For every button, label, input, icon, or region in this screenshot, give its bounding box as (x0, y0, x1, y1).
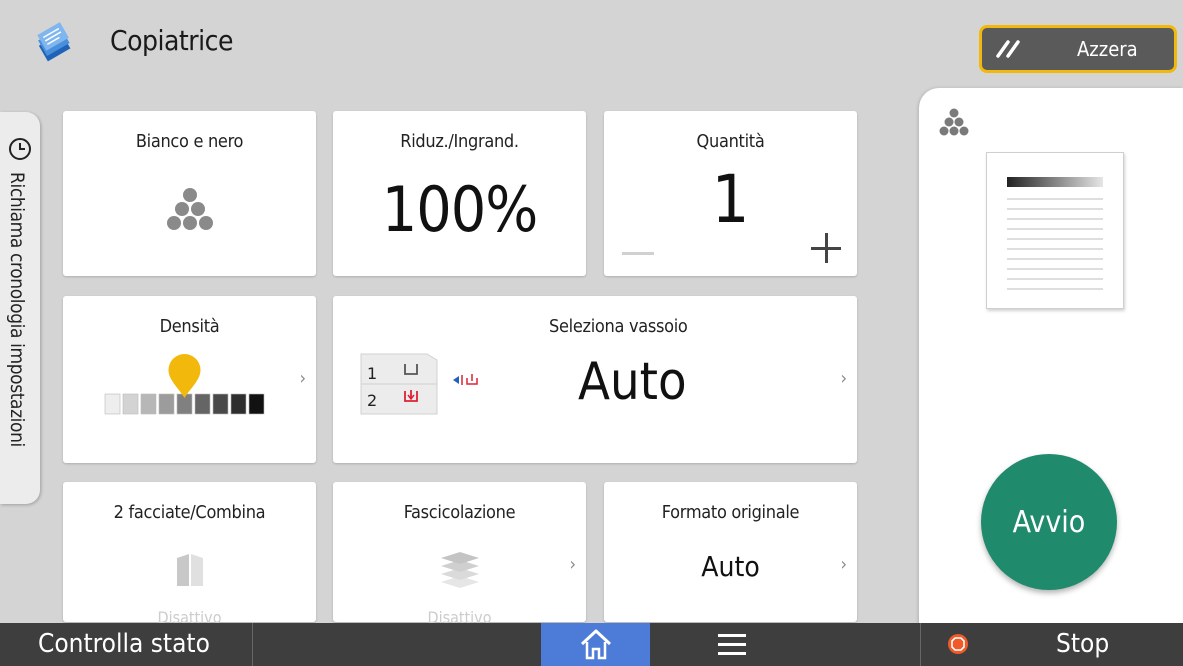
duplex-combine-tile[interactable]: 2 facciate/Combina Disattivo (63, 482, 316, 627)
bottom-bar: Controlla stato Stop (0, 623, 1183, 666)
original-size-tile[interactable]: Formato originale Auto › (604, 482, 857, 622)
reset-label: Azzera (1077, 37, 1138, 61)
density-level-block (122, 393, 139, 415)
original-size-value: Auto (701, 550, 760, 583)
density-marker-icon (168, 354, 201, 398)
tray-value: Auto (578, 352, 687, 412)
page-preview-content (1007, 177, 1103, 290)
sort-tile[interactable]: Fascicolazione Disattivo › (333, 482, 586, 627)
reset-icon (996, 40, 1020, 58)
tray-title: Seleziona vassoio (549, 316, 688, 337)
history-recall-tab[interactable]: Richiama cronologia impostazioni (0, 112, 40, 504)
paper-tray-icon: 1 2 (360, 353, 478, 415)
stack-icon (441, 552, 479, 588)
zoom-tile[interactable]: Riduz./Ingrand. 100% (333, 111, 586, 276)
density-scale (104, 354, 265, 415)
quantity-title: Quantità (696, 131, 765, 152)
density-level-block (230, 393, 247, 415)
zoom-value: 100% (381, 173, 538, 246)
quantity-minus-button[interactable] (622, 252, 654, 255)
home-icon (580, 629, 612, 660)
black-toner-icon (167, 188, 213, 230)
density-level-block (158, 393, 175, 415)
black-toner-small-icon (939, 108, 969, 136)
reset-button[interactable]: Azzera (979, 25, 1177, 73)
quantity-plus-button[interactable] (811, 233, 841, 263)
app-title: Copiatrice (110, 24, 234, 57)
tray-select-tile[interactable]: Seleziona vassoio 1 2 Auto › (333, 296, 857, 463)
tray-1-label: 1 (367, 364, 377, 383)
check-status-button[interactable]: Controlla stato (0, 623, 253, 666)
tray-chevron-icon: › (840, 368, 847, 389)
density-title: Densità (159, 316, 220, 337)
quantity-tile: Quantità 1 (604, 111, 857, 276)
density-level-block (248, 393, 265, 415)
density-level-block (104, 393, 121, 415)
sort-title: Fascicolazione (403, 502, 516, 523)
density-tile[interactable]: Densità › (63, 296, 316, 463)
tray-2-label: 2 (367, 391, 377, 410)
sort-chevron-icon: › (569, 554, 576, 575)
page-preview (986, 152, 1124, 309)
stop-label: Stop (1056, 629, 1110, 659)
color-mode-title: Bianco e nero (135, 131, 244, 152)
density-chevron-icon: › (299, 368, 306, 389)
history-tab-label: Richiama cronologia impostazioni (6, 172, 28, 447)
clock-icon (9, 138, 31, 160)
density-level-block (212, 393, 229, 415)
density-level-block (194, 393, 211, 415)
original-size-title: Formato originale (661, 502, 800, 523)
duplex-title: 2 facciate/Combina (113, 502, 266, 523)
copier-app-icon (37, 22, 71, 62)
menu-icon[interactable] (718, 634, 750, 656)
original-size-chevron-icon: › (840, 554, 847, 575)
start-button[interactable]: Avvio (981, 454, 1117, 590)
stop-icon (948, 634, 968, 654)
zoom-title: Riduz./Ingrand. (400, 131, 519, 152)
home-button[interactable] (541, 623, 650, 666)
stop-button[interactable]: Stop (920, 623, 1183, 666)
quantity-value[interactable]: 1 (604, 161, 857, 238)
density-level-block (140, 393, 157, 415)
color-mode-tile[interactable]: Bianco e nero (63, 111, 316, 276)
duplex-page-icon (177, 554, 203, 586)
